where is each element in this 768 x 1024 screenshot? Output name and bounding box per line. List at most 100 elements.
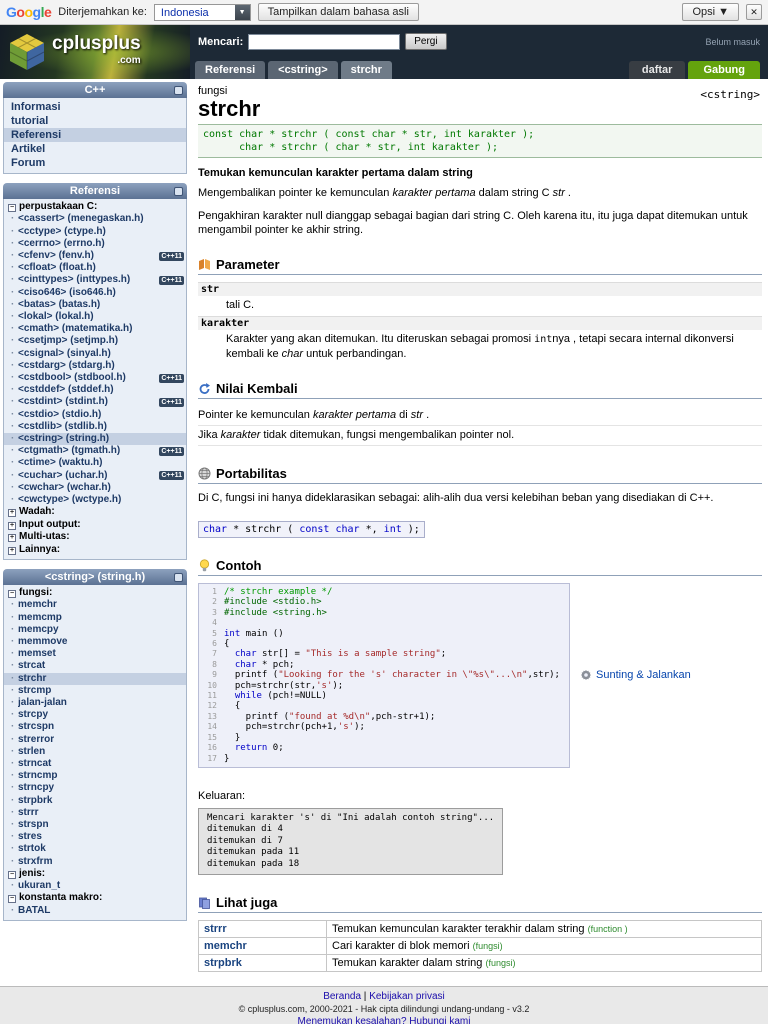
sidebar-function-link[interactable]: memset	[4, 648, 186, 660]
collapse-icon[interactable]	[174, 187, 183, 196]
sidebar-function-link[interactable]: strcpy	[4, 709, 186, 721]
cplusplus-logo[interactable]: cplusplus .com	[0, 25, 190, 79]
sidebar-function-link[interactable]: memmove	[4, 636, 186, 648]
footer-link-home[interactable]: Beranda	[323, 991, 361, 1002]
sidebar-function-link[interactable]: strncmp	[4, 770, 186, 782]
sidebar-header-link[interactable]: <cfloat> (float.h)	[4, 262, 186, 274]
collapse-expander-icon[interactable]	[8, 590, 16, 598]
footer-link-contact[interactable]: Menemukan kesalahan? Hubungi kami	[298, 1016, 471, 1024]
sidebar-group-clibrary[interactable]: perpustakaan C:	[4, 201, 186, 213]
sidebar-group-functions[interactable]: fungsi:	[4, 587, 186, 599]
sidebar-header-link[interactable]: <cstdio> (stdio.h)	[4, 409, 186, 421]
sidebar-header-link[interactable]: <cstddef> (stddef.h)	[4, 384, 186, 396]
sidebar-function-link[interactable]: strncpy	[4, 782, 186, 794]
sidebar-header-link[interactable]: <cinttypes> (inttypes.h)C++11	[4, 274, 186, 286]
sidebar-header-link[interactable]: <cassert> (menegaskan.h)	[4, 213, 186, 225]
sidebar-header-link[interactable]: <cctype> (ctype.h)	[4, 226, 186, 238]
sidebar-header-link[interactable]: <cuchar> (uchar.h)C++11	[4, 470, 186, 482]
sidebar-function-link[interactable]: strncat	[4, 758, 186, 770]
sidebar-function-link[interactable]: strtok	[4, 843, 186, 855]
sidebar-item-informasi[interactable]: Informasi	[4, 100, 186, 114]
logo-text: cplusplus .com	[52, 36, 141, 69]
language-selector[interactable]: Indonesia ▼	[154, 4, 251, 21]
register-button[interactable]: daftar	[629, 61, 686, 79]
sidebar-header-link[interactable]: <cmath> (matematika.h)	[4, 323, 186, 335]
sidebar-function-link[interactable]: strrr	[4, 807, 186, 819]
join-button[interactable]: Gabung	[688, 61, 760, 79]
sidebar-header-link[interactable]: <batas> (batas.h)	[4, 299, 186, 311]
sidebar-section-reference-header[interactable]: Referensi	[3, 183, 187, 199]
sidebar-group-input-output[interactable]: Input output:	[4, 519, 186, 531]
sidebar-group-types[interactable]: jenis:	[4, 868, 186, 880]
see-also-link[interactable]: strrr	[204, 923, 227, 935]
sidebar-function-link[interactable]: jalan-jalan	[4, 697, 186, 709]
sidebar-type-link[interactable]: ukuran_t	[4, 880, 186, 892]
sidebar-function-link[interactable]: strcat	[4, 660, 186, 672]
see-also-link[interactable]: memchr	[204, 940, 247, 952]
google-logo: Google	[6, 4, 51, 20]
sidebar-header-link[interactable]: <ctgmath> (tgmath.h)C++11	[4, 445, 186, 457]
sidebar-function-link[interactable]: strxfrm	[4, 856, 186, 868]
sidebar-header-link[interactable]: <cfenv> (fenv.h)C++11	[4, 250, 186, 262]
close-icon[interactable]: ✕	[746, 4, 762, 20]
sidebar-header-link[interactable]: <csetjmp> (setjmp.h)	[4, 335, 186, 347]
sidebar-function-link[interactable]: strcmp	[4, 685, 186, 697]
sidebar-group-macros[interactable]: konstanta makro:	[4, 892, 186, 904]
tab-referensi[interactable]: Referensi	[195, 61, 265, 79]
sidebar-function-link[interactable]: strlen	[4, 746, 186, 758]
param-desc: tali C.	[226, 298, 762, 312]
tab-cstring[interactable]: <cstring>	[268, 61, 338, 79]
sidebar-header-link[interactable]: <ciso646> (iso646.h)	[4, 287, 186, 299]
sidebar-header-link[interactable]: <cstdarg> (stdarg.h)	[4, 360, 186, 372]
sidebar-function-link[interactable]: stres	[4, 831, 186, 843]
sidebar-header-link[interactable]: <cerrno> (errno.h)	[4, 238, 186, 250]
collapse-icon[interactable]	[174, 573, 183, 582]
search-go-button[interactable]: Pergi	[405, 33, 446, 50]
collapse-expander-icon[interactable]	[8, 895, 16, 903]
sidebar-function-link[interactable]: strerror	[4, 734, 186, 746]
sidebar-header-link[interactable]: <cstdlib> (stdlib.h)	[4, 421, 186, 433]
sidebar-function-link-strchr[interactable]: strchr	[4, 673, 186, 685]
sidebar-function-link[interactable]: memcpy	[4, 624, 186, 636]
sidebar-header-link-cstring[interactable]: <cstring> (string.h)	[4, 433, 186, 445]
header-reference[interactable]: <cstring>	[700, 88, 760, 101]
collapse-icon[interactable]	[174, 86, 183, 95]
sidebar-header-link[interactable]: <csignal> (sinyal.h)	[4, 348, 186, 360]
expand-icon[interactable]	[8, 509, 16, 517]
sidebar-function-link[interactable]: memchr	[4, 599, 186, 611]
sidebar-function-link[interactable]: strspn	[4, 819, 186, 831]
expand-icon[interactable]	[8, 534, 16, 542]
sidebar-header-link[interactable]: <ctime> (waktu.h)	[4, 457, 186, 469]
dropdown-arrow-icon[interactable]: ▼	[235, 5, 250, 20]
edit-run-button[interactable]: Sunting & Jalankan	[580, 669, 691, 681]
options-button[interactable]: Opsi ▼	[682, 3, 739, 21]
sidebar-macro-link[interactable]: BATAL	[4, 905, 186, 917]
collapse-expander-icon[interactable]	[8, 204, 16, 212]
see-also-link[interactable]: strpbrk	[204, 957, 242, 969]
footer-link-privacy[interactable]: Kebijakan privasi	[369, 991, 445, 1002]
expand-icon[interactable]	[8, 547, 16, 555]
sidebar-header-link[interactable]: <cstdint> (stdint.h)C++11	[4, 396, 186, 408]
code-line: 7 char str[] = "This is a sample string"…	[203, 649, 565, 659]
sidebar-item-forum[interactable]: Forum	[4, 156, 186, 170]
sidebar-group-containers[interactable]: Wadah:	[4, 506, 186, 518]
expand-icon[interactable]	[8, 522, 16, 530]
collapse-expander-icon[interactable]	[8, 871, 16, 879]
sidebar-item-referensi[interactable]: Referensi	[4, 128, 186, 142]
sidebar-header-link[interactable]: <cwchar> (wchar.h)	[4, 482, 186, 494]
sidebar-function-link[interactable]: strpbrk	[4, 795, 186, 807]
sidebar-header-link[interactable]: <cwctype> (wctype.h)	[4, 494, 186, 506]
sidebar-group-multithreading[interactable]: Multi-utas:	[4, 531, 186, 543]
search-input[interactable]	[248, 34, 400, 50]
sidebar-function-link[interactable]: memcmp	[4, 612, 186, 624]
sidebar-item-artikel[interactable]: Artikel	[4, 142, 186, 156]
sidebar-group-other[interactable]: Lainnya:	[4, 544, 186, 556]
sidebar-section-cstring-header[interactable]: <cstring> (string.h)	[3, 569, 187, 585]
sidebar-header-link[interactable]: <cstdbool> (stdbool.h)C++11	[4, 372, 186, 384]
tab-strchr[interactable]: strchr	[341, 61, 392, 79]
sidebar-header-link[interactable]: <lokal> (lokal.h)	[4, 311, 186, 323]
sidebar-function-link[interactable]: strcspn	[4, 721, 186, 733]
sidebar-item-tutorial[interactable]: tutorial	[4, 114, 186, 128]
show-original-button[interactable]: Tampilkan dalam bahasa asli	[258, 3, 419, 21]
sidebar-section-cpp-header[interactable]: C++	[3, 82, 187, 98]
